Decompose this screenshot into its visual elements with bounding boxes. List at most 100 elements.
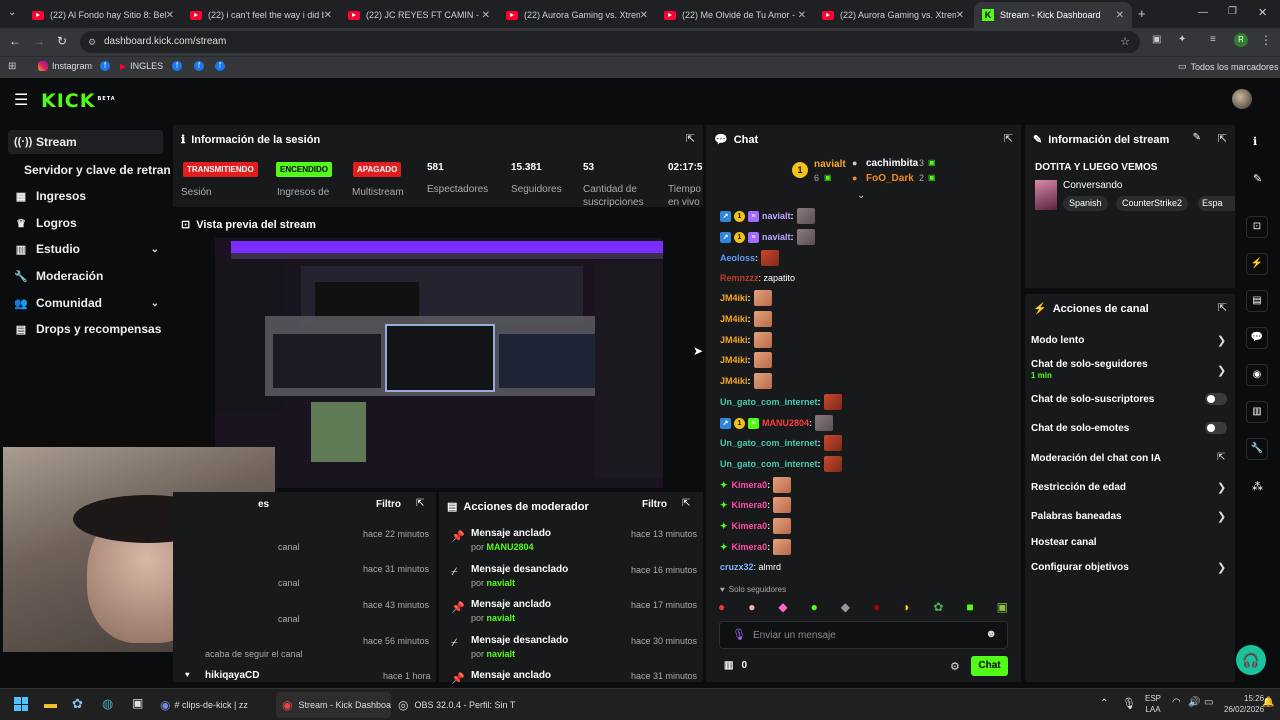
url-bar[interactable]: ⚙ dashboard.kick.com/stream ☆ xyxy=(80,31,1140,53)
all-bookmarks[interactable]: ▭ Todos los marcadores xyxy=(1178,61,1279,72)
popout-icon[interactable]: ⇱ xyxy=(1004,132,1013,145)
menu-dots-icon[interactable]: ⋮ xyxy=(1260,33,1272,47)
browser-tab[interactable]: (22) Aurora Gaming vs. Xtreme ✕ xyxy=(498,2,656,28)
close-icon[interactable]: ✕ xyxy=(798,10,806,21)
sidebar-item-drops[interactable]: ▤ Drops y recompensas xyxy=(8,317,163,341)
edge-icon[interactable]: ◍ xyxy=(102,696,113,712)
browser-tab[interactable]: (22) i can't feel the way i did be ✕ xyxy=(182,2,340,28)
popout-icon[interactable]: ⇱ xyxy=(1218,132,1227,145)
chat-message[interactable]: ↗ 1 ≡ navialt: xyxy=(720,229,815,245)
chat-message[interactable]: cruzx32: almrd xyxy=(720,559,781,575)
tag[interactable]: Spanish xyxy=(1063,196,1108,211)
emote-icon[interactable]: ■ xyxy=(966,600,973,616)
emote-icon[interactable]: ● xyxy=(873,600,880,616)
emote-icon[interactable]: ◆ xyxy=(778,600,787,616)
bookmark-instagram[interactable]: Instagram xyxy=(38,61,92,71)
minimize-icon[interactable]: — xyxy=(1198,7,1208,18)
subscribers-only-toggle[interactable] xyxy=(1205,393,1227,405)
chat-message[interactable]: ↗ 1 ≡ navialt: xyxy=(720,208,815,224)
chat-message[interactable]: JM4iki: xyxy=(720,290,772,306)
kick-logo[interactable]: KICK BETA xyxy=(41,90,116,112)
sidebar-item-comunidad[interactable]: 👥 Comunidad ⌄ xyxy=(8,291,163,315)
chat-message[interactable]: JM4iki: xyxy=(720,311,772,327)
close-window-icon[interactable]: ✕ xyxy=(1258,6,1267,19)
restore-icon[interactable]: ❐ xyxy=(1228,6,1237,17)
chat-message[interactable]: ✦ Kimera0: xyxy=(720,539,792,555)
browser-tab[interactable]: (22) Al Fondo hay Sitio 8: Belén ✕ xyxy=(24,2,182,28)
tag[interactable]: CounterStrike2 xyxy=(1116,196,1189,211)
emote-icon[interactable]: ● xyxy=(748,600,755,616)
chat-message[interactable]: Un_gato_com_internet: xyxy=(720,394,842,410)
sidebar-item-moderacion[interactable]: 🔧 Moderación xyxy=(8,264,163,288)
facebook-icon[interactable]: f xyxy=(215,61,225,71)
chat-message[interactable]: Aeoloss: xyxy=(720,250,780,266)
stream-video[interactable] xyxy=(215,238,663,488)
top-gifter-1[interactable]: navialt xyxy=(814,159,846,170)
filter-button[interactable]: Filtro xyxy=(642,499,667,510)
emote-icon[interactable]: ◗ xyxy=(903,600,910,616)
taskbar-app-discord[interactable]: ◉ # clips-de-kick | zz xyxy=(160,698,270,712)
chat-message[interactable]: JM4iki: xyxy=(720,352,772,368)
sidebar-item-estudio[interactable]: ▥ Estudio ⌄ xyxy=(8,237,163,261)
emoji-icon[interactable]: ☻ xyxy=(985,628,997,640)
top-gifter-2[interactable]: cachimbita xyxy=(866,158,918,169)
chat-message[interactable]: Un_gato_com_internet: xyxy=(720,435,842,451)
support-headset-icon[interactable]: 🎧 xyxy=(1236,645,1266,675)
emote-icon[interactable]: ◆ xyxy=(841,600,850,616)
popout-icon[interactable]: ⇱ xyxy=(686,132,695,145)
rail-bolt-icon[interactable]: ⚡ xyxy=(1246,253,1268,275)
rail-list-icon[interactable]: ▤ xyxy=(1246,290,1268,312)
store-icon[interactable]: ▣ xyxy=(132,696,143,710)
chat-input[interactable]: 🎙 Enviar un mensaje ☻ xyxy=(719,621,1008,649)
chat-message[interactable]: ✦ Kimera0: xyxy=(720,497,792,513)
reload-icon[interactable]: ↻ xyxy=(57,34,67,48)
chat-message[interactable]: ↗ 1 ≡ MANU2804: xyxy=(720,415,834,431)
tab-search-icon[interactable]: ⌄ xyxy=(8,7,16,18)
chat-message[interactable]: Remnzzz: zapatito xyxy=(720,270,795,286)
facebook-icon[interactable]: f xyxy=(100,61,110,71)
chat-message[interactable]: ✦ Kimera0: xyxy=(720,477,792,493)
profile-avatar[interactable]: R xyxy=(1234,33,1248,47)
bookmark-ingles[interactable]: ▶ INGLES xyxy=(120,61,163,71)
chevron-right-icon[interactable]: ❯ xyxy=(1217,510,1226,523)
copilot-icon[interactable]: ✿ xyxy=(72,696,83,712)
apps-grid-icon[interactable]: ⊞ xyxy=(8,61,16,72)
notifications-icon[interactable]: 🔔 xyxy=(1262,697,1274,708)
browser-tab[interactable]: (22) Aurora Gaming vs. Xtreme ✕ xyxy=(814,2,972,28)
rail-chat-icon[interactable]: 💬 xyxy=(1246,327,1268,349)
rail-preview-icon[interactable]: ⊡ xyxy=(1246,216,1268,238)
popout-icon[interactable]: ⇱ xyxy=(1218,301,1227,314)
chat-message[interactable]: JM4iki: xyxy=(720,332,772,348)
popout-icon[interactable]: ⇱ xyxy=(416,498,424,509)
activity-user[interactable]: hikiqayaCD xyxy=(205,670,259,681)
action-goals[interactable]: Configurar objetivos xyxy=(1031,562,1129,573)
edit-icon[interactable]: ✎ xyxy=(1193,132,1201,143)
action-subscribers-only[interactable]: Chat de solo-suscriptores xyxy=(1031,394,1154,405)
expand-icon[interactable]: ⌄ xyxy=(857,190,865,201)
sidebar-item-server-key[interactable]: Servidor y clave de retransmisión xyxy=(18,158,170,182)
category-name[interactable]: Conversando xyxy=(1063,180,1122,191)
battery-icon[interactable]: ▭ xyxy=(1204,697,1213,708)
site-info-icon[interactable]: ⚙ xyxy=(88,31,96,53)
close-icon[interactable]: ✕ xyxy=(324,10,332,21)
microphone-icon[interactable]: 🎙 xyxy=(732,628,746,641)
star-icon[interactable]: ☆ xyxy=(1120,31,1130,53)
emote-icon[interactable]: ▣ xyxy=(997,600,1008,616)
rail-stack-icon[interactable]: ▥ xyxy=(1246,401,1268,423)
rail-stream-icon[interactable]: ◉ xyxy=(1246,364,1268,386)
browser-tab[interactable]: (22) Me Olvidé de Tu Amor - Yo ✕ xyxy=(656,2,814,28)
sidebar-item-ingresos[interactable]: ▦ Ingresos xyxy=(8,184,163,208)
chat-settings-icon[interactable]: ⚙ xyxy=(950,660,960,673)
emote-icon[interactable]: ✿ xyxy=(933,600,943,616)
rail-wrench-icon[interactable]: 🔧 xyxy=(1246,438,1268,460)
taskbar-app-obs[interactable]: ◎ OBS 32.0.4 - Perfil: Sin T xyxy=(398,698,518,712)
emote-icon[interactable]: ● xyxy=(811,600,818,616)
language-indicator[interactable]: ESP LAA xyxy=(1145,693,1161,715)
top-gifter-3[interactable]: FoO_Dark xyxy=(866,173,914,184)
emote-icon[interactable]: ● xyxy=(718,600,725,616)
close-icon[interactable]: ✕ xyxy=(482,10,490,21)
hamburger-menu-icon[interactable]: ☰ xyxy=(14,90,28,110)
volume-icon[interactable]: 🔊 xyxy=(1188,697,1200,708)
chevron-right-icon[interactable]: ❯ xyxy=(1217,364,1226,377)
facebook-icon[interactable]: f xyxy=(172,61,182,71)
